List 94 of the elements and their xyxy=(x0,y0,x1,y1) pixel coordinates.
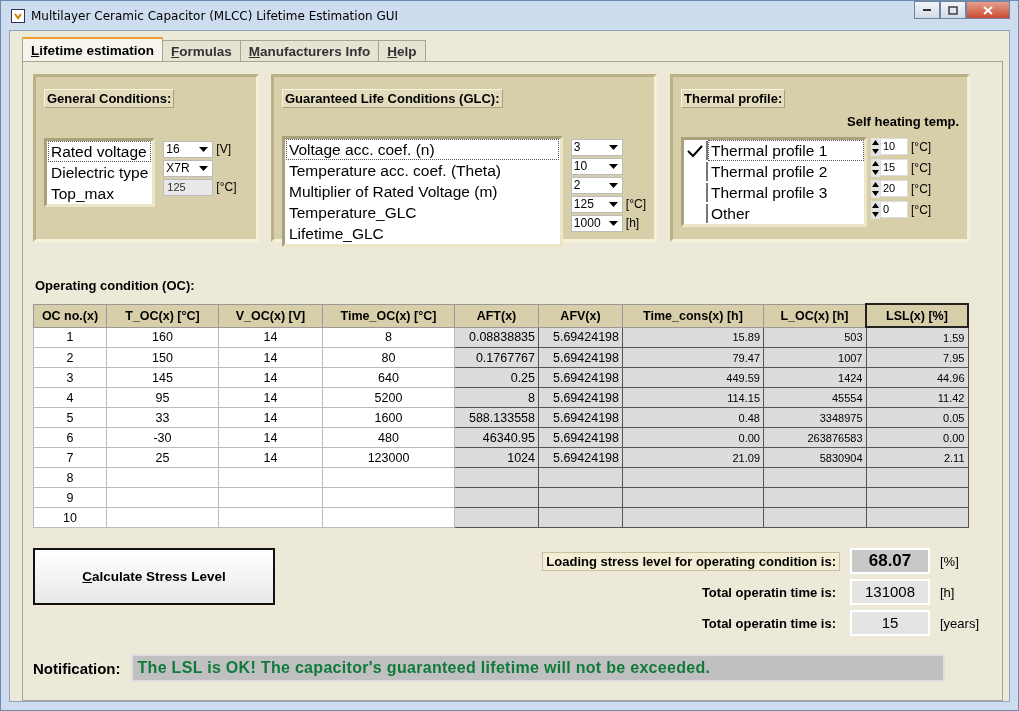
minimize-button[interactable] xyxy=(914,1,940,19)
table-cell: 10 xyxy=(33,507,107,528)
dropdown[interactable]: 10 xyxy=(570,157,623,175)
window-title: Multilayer Ceramic Capacitor (MLCC) Lifetime Estimation GUI xyxy=(31,8,399,23)
app-icon xyxy=(11,8,25,23)
table-cell: 2 xyxy=(33,347,107,368)
input-field[interactable]: 20 xyxy=(880,180,908,197)
caret-icon xyxy=(199,165,209,171)
unit-label: [°C] xyxy=(911,181,932,196)
unit-label: [V] xyxy=(216,142,231,156)
column-header[interactable]: T_OC(x) [°C] xyxy=(106,304,219,327)
result-label: Total operatin time is: xyxy=(700,614,837,633)
list-item[interactable]: Rated voltage xyxy=(48,141,152,162)
table-cell: 3 xyxy=(33,367,107,388)
list-item[interactable]: Top_max xyxy=(48,183,152,204)
caret-icon xyxy=(608,144,618,150)
table-cell: 8 xyxy=(33,467,107,488)
spinner-arrows-icon[interactable] xyxy=(871,179,880,198)
dropdown[interactable]: 3 xyxy=(570,138,623,156)
table-cell: 4 xyxy=(33,387,107,408)
table-cell: 7 xyxy=(33,447,107,468)
unit-label: [%] xyxy=(940,553,960,569)
unit-label: [h] xyxy=(940,584,956,600)
list-item[interactable]: Dielectric type xyxy=(48,162,152,183)
unit-label: [h] xyxy=(625,216,640,230)
unit-label: [°C] xyxy=(625,197,646,211)
checked-list-box[interactable]: Thermal profile 1 Thermal profile 2 Thermal profile 3 Other xyxy=(681,137,867,227)
column-header[interactable]: V_OC(x) [V] xyxy=(218,304,323,327)
caret-icon xyxy=(608,201,618,207)
close-icon xyxy=(983,5,993,15)
notification-label: Notification: xyxy=(33,659,121,677)
unit-label: [°C] xyxy=(911,139,932,154)
maximize-icon xyxy=(948,5,958,15)
unit-label: [°C] xyxy=(911,160,932,175)
column-header[interactable]: AFV(x) xyxy=(538,304,623,327)
input-field[interactable]: 0 xyxy=(880,201,908,218)
caret-icon xyxy=(608,182,618,188)
tab[interactable]: Formulas xyxy=(162,40,241,61)
maximize-button[interactable] xyxy=(940,1,966,19)
tab[interactable]: Help xyxy=(378,40,426,61)
column-heading: Self heating temp. xyxy=(847,114,959,129)
dropdown[interactable]: 125 xyxy=(570,195,623,213)
table-cell: 9 xyxy=(33,487,107,508)
list-item[interactable]: Lifetime_GLC xyxy=(286,223,559,244)
dropdown[interactable]: 1000 xyxy=(570,214,623,232)
minimize-icon xyxy=(922,8,932,12)
list-item[interactable]: Thermal profile 1 xyxy=(708,140,864,161)
table-cell: 1 xyxy=(33,327,107,348)
caret-icon xyxy=(608,220,618,226)
list-item[interactable]: Temperature_GLC xyxy=(286,202,559,223)
column-header[interactable]: Time_OC(x) [°C] xyxy=(322,304,455,327)
checkbox[interactable] xyxy=(684,141,708,160)
list-box[interactable]: Voltage acc. coef. (n) Temperature acc. coef. (Theta) Multiplier of Rated Voltage (m) Temperature_GLC Lifetime_GLC xyxy=(282,136,563,247)
column-header[interactable]: OC no.(x) xyxy=(33,304,107,327)
result-label: Loading stress level for operating condition is: xyxy=(542,551,840,571)
unit-label: [°C] xyxy=(216,180,237,194)
dropdown[interactable]: 2 xyxy=(570,176,623,194)
section-title: Operating condition (OC): xyxy=(35,278,196,293)
result-value: 15 xyxy=(850,610,930,636)
panel-title: Thermal profile: xyxy=(681,89,786,108)
list-item[interactable]: Thermal profile 2 xyxy=(708,161,864,182)
spinner-arrows-icon[interactable] xyxy=(871,200,880,219)
caret-icon xyxy=(199,146,209,152)
column-header[interactable]: LSL(x) [%] xyxy=(866,304,968,327)
notification-message: The LSL is OK! The capacitor's guaranteed lifetime will not be exceeded. xyxy=(130,654,945,682)
result-label: Total operatin time is: xyxy=(700,583,837,602)
unit-label: [years] xyxy=(940,615,980,631)
list-item[interactable]: Other xyxy=(708,203,864,224)
input-field[interactable]: 15 xyxy=(880,159,908,176)
panel-title: Guaranteed Life Conditions (GLC): xyxy=(282,89,503,108)
dropdown[interactable]: X7R xyxy=(163,159,214,177)
column-header[interactable]: Time_cons(x) [h] xyxy=(622,304,764,327)
column-header[interactable]: L_OC(x) [h] xyxy=(763,304,866,327)
list-item[interactable]: Thermal profile 3 xyxy=(708,182,864,203)
result-value: 68.07 xyxy=(850,548,930,574)
table-cell: 6 xyxy=(33,427,107,448)
input-field[interactable]: 10 xyxy=(880,138,908,155)
tab[interactable]: Manufacturers Info xyxy=(239,40,380,61)
list-item[interactable]: Temperature acc. coef. (Theta) xyxy=(286,160,559,181)
caret-icon xyxy=(608,163,618,169)
list-box[interactable]: Rated voltage Dielectric type Top_max xyxy=(44,138,156,207)
table-cell: 5 xyxy=(33,407,107,428)
unit-label: [°C] xyxy=(911,202,932,217)
spinner-arrows-icon[interactable] xyxy=(871,137,880,156)
column-header[interactable]: AFT(x) xyxy=(454,304,539,327)
spinner-arrows-icon[interactable] xyxy=(871,158,880,177)
calculate-button[interactable]: Calculate Stress Level xyxy=(33,548,275,605)
close-button[interactable] xyxy=(966,1,1010,19)
panel-title: General Conditions: xyxy=(44,89,175,108)
result-value: 131008 xyxy=(850,579,930,605)
tab[interactable]: Lifetime estimation xyxy=(22,37,164,61)
list-item[interactable]: Voltage acc. coef. (n) xyxy=(286,139,559,160)
list-item[interactable]: Multiplier of Rated Voltage (m) xyxy=(286,181,559,202)
dropdown[interactable]: 16 xyxy=(163,140,214,158)
